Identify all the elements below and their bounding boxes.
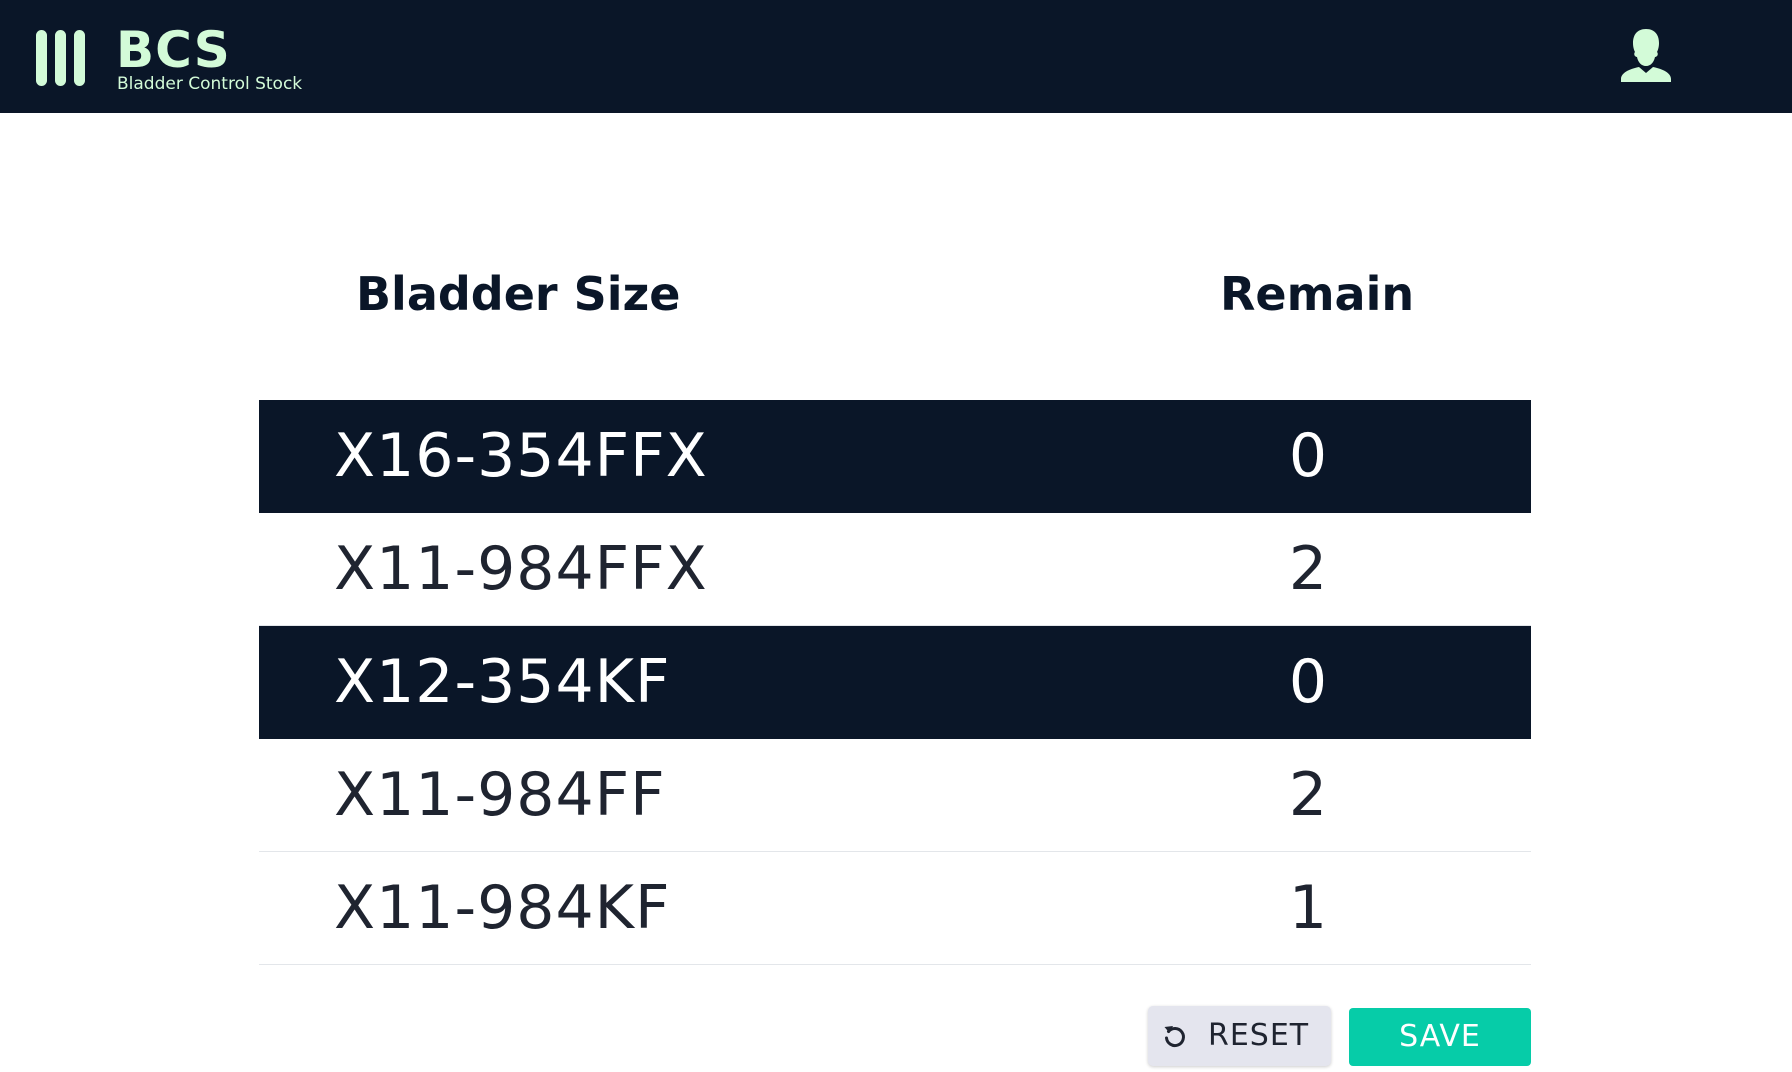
bladder-size-cell: X11-984FFX [334, 534, 708, 604]
remain-cell: 2 [1288, 534, 1328, 604]
remain-cell: 0 [1288, 647, 1328, 717]
menu-bar [55, 30, 66, 86]
remain-cell: 2 [1288, 760, 1328, 830]
save-button[interactable]: SAVE [1349, 1008, 1531, 1066]
app-subtitle: Bladder Control Stock [117, 74, 303, 94]
menu-bar [36, 30, 47, 86]
app-title: BCS [116, 21, 231, 79]
menu-bar [74, 30, 85, 86]
bladder-size-cell: X16-354FFX [334, 421, 708, 491]
stock-table: X16-354FFX 0 X11-984FFX 2 X12-354KF 0 X1… [259, 400, 1531, 965]
column-header-remain: Remain [1220, 267, 1415, 321]
column-header-bladder-size: Bladder Size [356, 267, 681, 321]
table-row[interactable]: X11-984FF 2 [259, 739, 1531, 852]
remain-cell: 1 [1288, 873, 1328, 943]
table-row[interactable]: X11-984FFX 2 [259, 513, 1531, 626]
table-header: Bladder Size Remain [0, 262, 1792, 326]
remain-cell: 0 [1288, 421, 1328, 491]
menu-icon[interactable] [36, 30, 86, 86]
bladder-size-cell: X12-354KF [334, 647, 671, 717]
table-row[interactable]: X12-354KF 0 [259, 626, 1531, 739]
refresh-icon [1164, 1026, 1185, 1048]
bladder-size-cell: X11-984FF [334, 760, 666, 830]
bladder-size-cell: X11-984KF [334, 873, 671, 943]
reset-button-label: RESET [1208, 1018, 1310, 1053]
user-avatar-icon [1621, 29, 1671, 82]
table-row[interactable]: X16-354FFX 0 [259, 400, 1531, 513]
table-row[interactable]: X11-984KF 1 [259, 852, 1531, 965]
reset-button[interactable]: RESET [1148, 1006, 1331, 1066]
save-button-label: SAVE [1399, 1019, 1481, 1054]
user-icon[interactable] [1618, 26, 1674, 86]
top-bar: BCS Bladder Control Stock [0, 0, 1792, 113]
